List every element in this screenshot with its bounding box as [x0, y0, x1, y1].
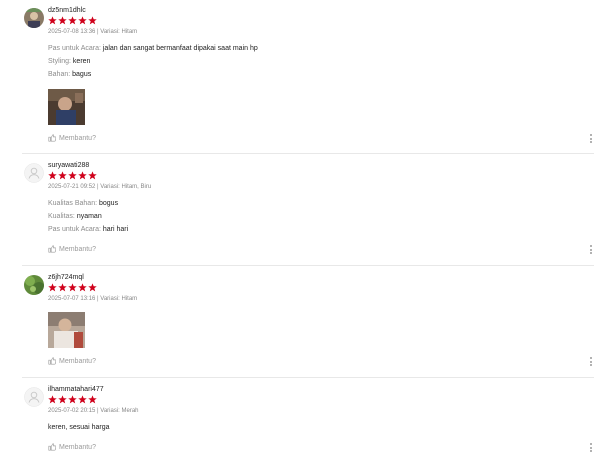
thumbs-up-icon [48, 245, 56, 253]
star-icon [88, 171, 97, 180]
review-item: z6jh724mql 2025-07-07 13:16 | Variasi: H… [0, 267, 600, 377]
star-icon [78, 16, 87, 25]
star-icon [48, 283, 57, 292]
star-icon [68, 395, 77, 404]
review-attribute: Styling: keren [48, 58, 90, 65]
attribute-key: Styling: [48, 58, 71, 65]
more-options-icon[interactable] [589, 245, 594, 254]
more-options-icon[interactable] [589, 357, 594, 366]
helpful-button[interactable]: Membantu? [48, 134, 96, 142]
review-date-variant: 2025-07-08 13:36 | Variasi: Hitam [48, 29, 138, 35]
helpful-label: Membantu? [59, 245, 96, 253]
helpful-button[interactable]: Membantu? [48, 357, 96, 365]
attribute-key: Pas untuk Acara: [48, 226, 101, 233]
helpful-button[interactable]: Membantu? [48, 245, 96, 253]
star-icon [78, 171, 87, 180]
review-item: dz5nm1dhlc 2025-07-08 13:36 | Variasi: H… [0, 0, 600, 153]
attribute-value: bagus [72, 71, 92, 78]
review-comment: keren, sesuai harga [48, 424, 110, 431]
default-user-icon [24, 163, 44, 183]
more-options-icon[interactable] [589, 134, 594, 143]
attribute-value: keren [72, 58, 91, 65]
star-icon [68, 283, 77, 292]
user-avatar[interactable] [24, 387, 44, 407]
review-attribute: Kualitas: nyaman [48, 213, 102, 220]
helpful-label: Membantu? [59, 443, 96, 451]
divider [22, 153, 594, 154]
review-attribute: Bahan: bagus [48, 71, 91, 78]
review-username: dz5nm1dhlc [48, 7, 86, 14]
star-rating [48, 171, 97, 180]
review-username: z6jh724mql [48, 274, 84, 281]
review-date-variant: 2025-07-21 09:52 | Variasi: Hitam, Biru [48, 184, 152, 190]
attribute-value: bogus [99, 200, 119, 207]
star-icon [48, 171, 57, 180]
star-icon [58, 283, 67, 292]
review-attribute: Kualitas Bahan: bogus [48, 200, 118, 207]
star-icon [68, 16, 77, 25]
star-icon [88, 395, 97, 404]
attribute-key: Pas untuk Acara: [48, 45, 101, 52]
star-icon [88, 283, 97, 292]
review-date-variant: 2025-07-02 20:15 | Variasi: Merah [48, 408, 139, 414]
user-avatar[interactable] [24, 8, 44, 28]
thumbs-up-icon [48, 134, 56, 142]
review-username: ilhammatahari477 [48, 386, 104, 393]
thumbs-up-icon [48, 443, 56, 451]
review-photo[interactable] [48, 89, 85, 125]
thumbs-up-icon [48, 357, 56, 365]
attribute-value: nyaman [76, 213, 102, 220]
helpful-button[interactable]: Membantu? [48, 443, 96, 451]
star-icon [58, 16, 67, 25]
default-user-icon [24, 387, 44, 407]
review-username: suryawati288 [48, 162, 90, 169]
attribute-key: Bahan: [48, 71, 71, 78]
helpful-label: Membantu? [59, 134, 96, 142]
review-photo[interactable] [48, 312, 85, 348]
star-icon [68, 171, 77, 180]
star-icon [88, 16, 97, 25]
star-icon [48, 395, 57, 404]
review-item: suryawati288 2025-07-21 09:52 | Variasi:… [0, 155, 600, 265]
star-icon [58, 395, 67, 404]
review-item: ilhammatahari477 2025-07-02 20:15 | Vari… [0, 379, 600, 460]
review-list: dz5nm1dhlc 2025-07-08 13:36 | Variasi: H… [0, 0, 600, 460]
user-avatar[interactable] [24, 275, 44, 295]
attribute-value: hari hari [102, 226, 129, 233]
divider [22, 265, 594, 266]
star-icon [58, 171, 67, 180]
divider [22, 377, 594, 378]
attribute-value: jalan dan sangat bermanfaat dipakai saat… [102, 45, 258, 52]
review-attribute: Pas untuk Acara: jalan dan sangat berman… [48, 45, 258, 52]
helpful-label: Membantu? [59, 357, 96, 365]
star-rating [48, 16, 97, 25]
more-options-icon[interactable] [589, 443, 594, 452]
attribute-key: Kualitas Bahan: [48, 200, 98, 207]
review-attribute: Pas untuk Acara: hari hari [48, 226, 128, 233]
star-rating [48, 395, 97, 404]
user-avatar[interactable] [24, 163, 44, 183]
star-icon [48, 16, 57, 25]
attribute-key: Kualitas: [48, 213, 75, 220]
star-icon [78, 283, 87, 292]
star-rating [48, 283, 97, 292]
star-icon [78, 395, 87, 404]
review-date-variant: 2025-07-07 13:16 | Variasi: Hitam [48, 296, 138, 302]
